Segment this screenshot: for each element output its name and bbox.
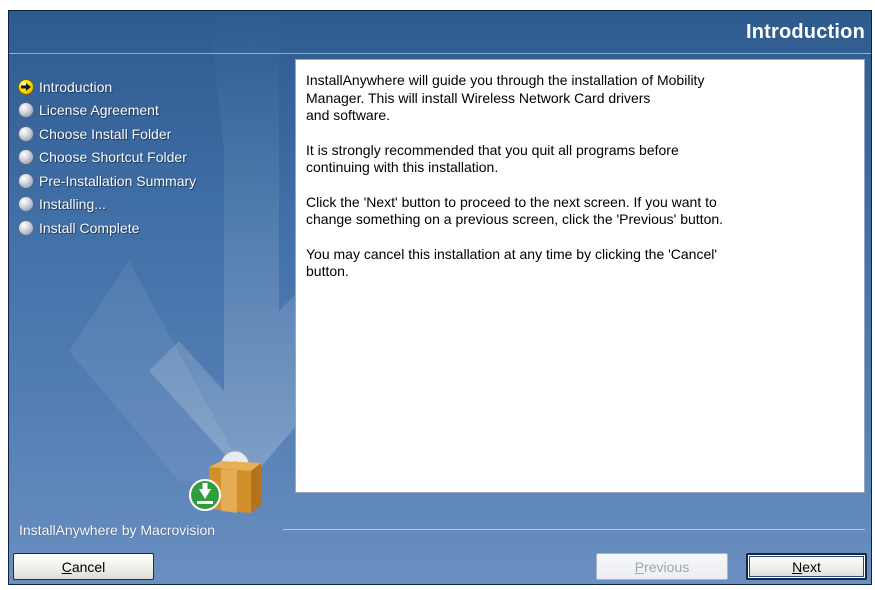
step-item-install-complete: Install Complete xyxy=(19,216,196,240)
circle-bullet-icon xyxy=(19,103,33,118)
intro-paragraph: InstallAnywhere will guide you through t… xyxy=(306,72,705,123)
title-divider xyxy=(9,53,871,54)
previous-button[interactable]: Previous xyxy=(596,553,728,580)
next-button[interactable]: Next xyxy=(746,553,867,580)
next-mnemonic: N xyxy=(792,558,803,575)
step-item-pre-installation-summary: Pre-Installation Summary xyxy=(19,169,196,193)
cancel-paragraph: You may cancel this installation at any … xyxy=(306,245,718,280)
cancel-button[interactable]: Cancel xyxy=(13,553,154,580)
circle-bullet-icon xyxy=(19,126,33,141)
recommendation-paragraph: It is strongly recommended that you quit… xyxy=(306,141,679,176)
cancel-label: ancel xyxy=(71,558,106,575)
installer-window: Introduction Introduction License Agreem… xyxy=(8,10,872,585)
step-item-choose-install-folder: Choose Install Folder xyxy=(19,122,196,146)
next-label: ext xyxy=(802,558,821,575)
step-item-license-agreement: License Agreement xyxy=(19,99,196,123)
step-list: Introduction License Agreement Choose In… xyxy=(19,75,196,240)
arrow-right-icon xyxy=(19,79,33,94)
page-title: Introduction xyxy=(745,21,865,43)
circle-bullet-icon xyxy=(19,197,33,212)
step-label: Installing... xyxy=(39,196,106,213)
step-label: License Agreement xyxy=(39,102,159,119)
footer-divider xyxy=(283,529,865,530)
install-box-icon xyxy=(189,450,261,513)
previous-mnemonic: P xyxy=(634,558,645,575)
step-label: Introduction xyxy=(39,78,113,95)
step-item-introduction: Introduction xyxy=(19,75,196,99)
step-label: Choose Install Folder xyxy=(39,125,172,142)
step-item-installing: Installing... xyxy=(19,193,196,217)
title-bar: Introduction xyxy=(9,11,871,53)
circle-bullet-icon xyxy=(19,173,33,188)
previous-label: revious xyxy=(644,558,690,575)
step-label: Choose Shortcut Folder xyxy=(39,149,187,166)
brand-label: InstallAnywhere by Macrovision xyxy=(19,522,216,538)
circle-bullet-icon xyxy=(19,220,33,235)
cancel-mnemonic: C xyxy=(61,558,72,575)
circle-bullet-icon xyxy=(19,150,33,165)
step-label: Pre-Installation Summary xyxy=(39,172,197,189)
step-label: Install Complete xyxy=(39,219,140,236)
content-panel: InstallAnywhere will guide you through t… xyxy=(295,59,865,493)
step-item-choose-shortcut-folder: Choose Shortcut Folder xyxy=(19,146,196,170)
navigation-paragraph: Click the 'Next' button to proceed to th… xyxy=(306,193,724,228)
